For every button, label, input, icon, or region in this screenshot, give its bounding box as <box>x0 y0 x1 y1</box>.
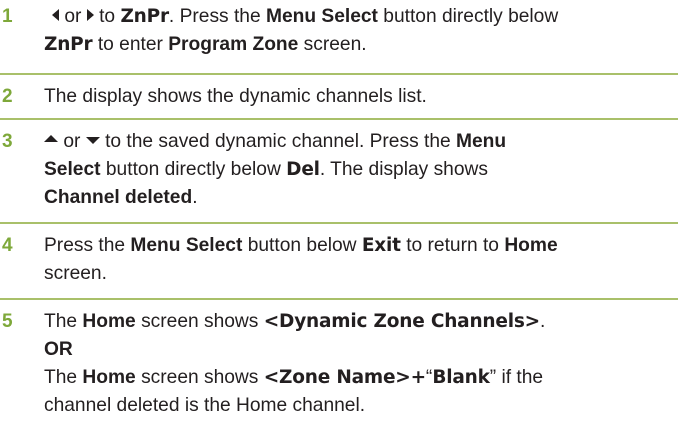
text: Press the <box>44 235 126 256</box>
step-2: 2 The display shows the dynamic channels… <box>0 83 678 113</box>
display-label-exit: Exit <box>361 235 401 256</box>
text: screen shows <box>141 367 259 388</box>
step-5: 5 The Home screen shows <Dynamic Zone Ch… <box>0 308 678 428</box>
text: screen. <box>44 263 107 284</box>
down-triangle-icon <box>85 137 100 145</box>
menu-select-label: Menu Select <box>265 6 378 27</box>
step-text: or to the saved dynamic channel. Press t… <box>44 128 674 212</box>
step-text: or to ZnPr. Press the Menu Select button… <box>44 3 674 59</box>
separator <box>0 222 678 224</box>
text: if the <box>501 367 544 388</box>
separator <box>0 298 678 300</box>
right-triangle-icon <box>86 8 94 21</box>
step-4: 4 Press the Menu Select button below Exi… <box>0 232 678 292</box>
text: to return to <box>406 235 499 256</box>
step-text: The display shows the dynamic channels l… <box>44 86 427 107</box>
step-3: 3 or to the saved dynamic channel. Press… <box>0 128 678 218</box>
select-label: Select <box>44 159 101 180</box>
step-1: 1 or to ZnPr. Press the Menu Select butt… <box>0 3 678 71</box>
text: screen shows <box>141 311 259 332</box>
text: to enter <box>97 34 163 55</box>
display-label-znpr: ZnPr <box>44 34 93 55</box>
instruction-steps: 1 or to ZnPr. Press the Menu Select butt… <box>0 0 678 430</box>
text: . Press the <box>168 6 261 27</box>
or-label: OR <box>44 339 73 360</box>
text: . The display shows <box>319 159 488 180</box>
step-number: 3 <box>2 131 13 152</box>
home-label: Home <box>82 367 136 388</box>
text: channel deleted is the Home channel. <box>44 395 366 416</box>
text-or: or <box>64 6 82 27</box>
text: to <box>99 6 116 27</box>
display-label-zone-name: <Zone Name>+ <box>263 367 426 388</box>
text: screen. <box>303 34 367 55</box>
separator <box>0 73 678 75</box>
menu-label: Menu <box>456 131 507 152</box>
step-number: 4 <box>2 235 13 256</box>
display-label-blank: Blank <box>432 367 490 388</box>
text: The <box>44 311 78 332</box>
channel-deleted-label: Channel deleted <box>44 187 193 208</box>
program-zone-label: Program Zone <box>168 34 299 55</box>
text: button directly below <box>383 6 559 27</box>
step-text: Press the Menu Select button below Exit … <box>44 232 674 288</box>
menu-select-label: Menu Select <box>130 235 243 256</box>
text: . <box>540 311 546 332</box>
display-label-dynamic-zone-channels: <Dynamic Zone Channels> <box>263 311 540 332</box>
step-text: The Home screen shows <Dynamic Zone Chan… <box>44 308 674 420</box>
display-label-znpr: ZnPr <box>120 6 169 27</box>
text-or: or <box>63 131 81 152</box>
step-number: 2 <box>2 86 13 107</box>
quote-close: ” <box>489 367 497 388</box>
step-number: 5 <box>2 311 13 332</box>
separator <box>0 118 678 120</box>
text: . <box>192 187 198 208</box>
text: button below <box>247 235 357 256</box>
text: The <box>44 367 78 388</box>
text: to the saved dynamic channel. Press the <box>105 131 451 152</box>
up-triangle-icon <box>44 135 58 143</box>
left-triangle-icon <box>52 8 59 21</box>
home-label: Home <box>504 235 558 256</box>
text: button directly below <box>105 159 281 180</box>
home-label: Home <box>82 311 136 332</box>
step-number: 1 <box>2 6 13 27</box>
display-label-del: Del <box>286 159 320 180</box>
